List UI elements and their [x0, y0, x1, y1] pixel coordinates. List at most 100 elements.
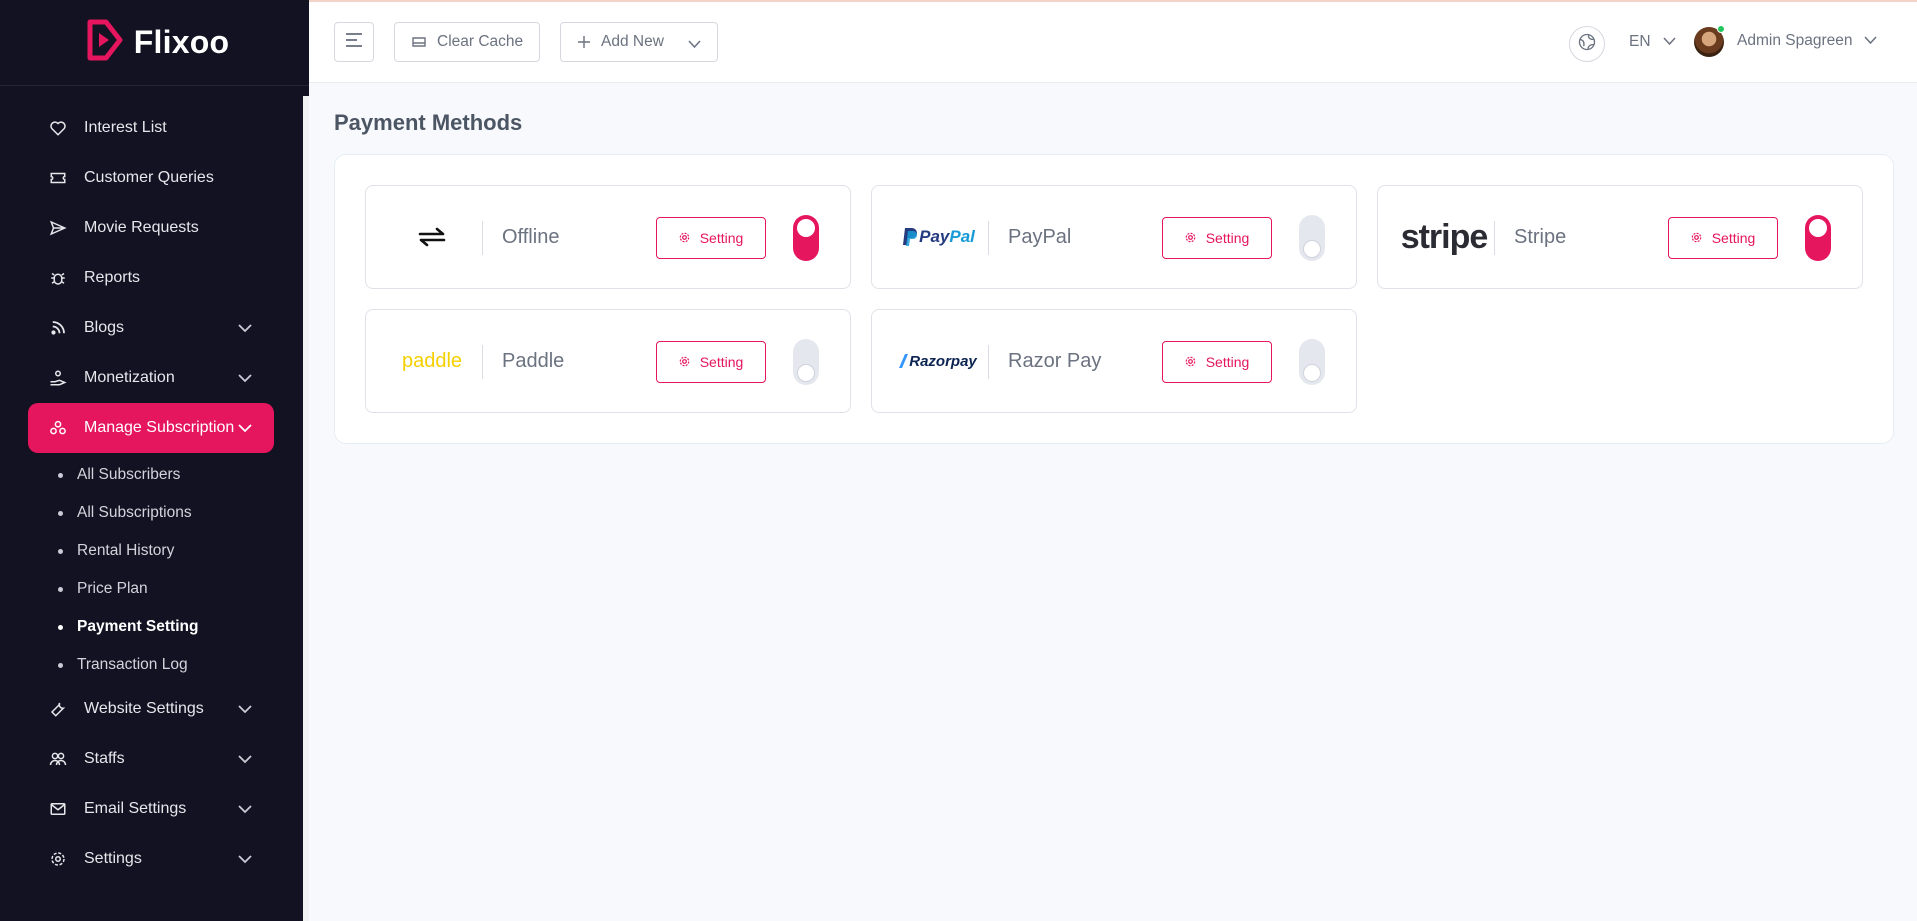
payment-methods-panel: Offline Setting PayPal PayPal Setting st… [334, 154, 1894, 444]
sidebar-item-label: Staffs [84, 750, 125, 767]
rss-icon [48, 318, 68, 338]
setting-label: Setting [1205, 354, 1250, 370]
subitem-rental-history[interactable]: Rental History [28, 532, 274, 570]
gear-icon [1185, 354, 1196, 370]
bug-icon [48, 268, 68, 288]
page-title: Payment Methods [334, 110, 523, 135]
sidebar-item-label: Customer Queries [84, 169, 214, 186]
sidebar-item-email-settings[interactable]: Email Settings [28, 784, 274, 834]
toggle-knob [1303, 240, 1321, 258]
subitem-label: Payment Setting [77, 618, 199, 635]
wrench-icon [48, 699, 68, 719]
razorpay-setting-button[interactable]: Setting [1162, 341, 1272, 383]
menu-toggle-button[interactable] [334, 22, 374, 62]
sidebar: Flixoo Interest List Customer Queries Mo… [0, 0, 309, 921]
chevron-down-icon [1864, 32, 1878, 50]
toggle-knob [1303, 364, 1321, 382]
sidebar-item-label: Settings [84, 850, 142, 867]
ticket-icon [48, 168, 68, 188]
divider [988, 345, 989, 379]
razorpay-toggle[interactable] [1299, 339, 1325, 385]
subitem-label: All Subscriptions [77, 504, 192, 521]
stripe-toggle[interactable] [1805, 215, 1831, 261]
sidebar-item-interest-list[interactable]: Interest List [28, 103, 274, 153]
eraser-icon [411, 35, 427, 49]
paddle-logo: paddle [401, 349, 463, 372]
sidebar-item-label: Blogs [84, 319, 125, 336]
chevron-down-icon [238, 420, 252, 438]
subscription-icon [48, 418, 68, 438]
payment-card-paddle: paddle Paddle Setting [365, 309, 851, 413]
stripe-setting-button[interactable]: Setting [1668, 217, 1778, 259]
subitem-price-plan[interactable]: Price Plan [28, 570, 274, 608]
chevron-down-icon [688, 36, 701, 54]
brand[interactable]: Flixoo [0, 0, 309, 86]
user-name: Admin Spagreen [1737, 32, 1853, 49]
sidebar-item-label: Interest List [84, 119, 167, 136]
bullet [58, 586, 63, 592]
chevron-down-icon [238, 751, 252, 769]
hamburger-icon [345, 32, 363, 52]
divider [482, 345, 483, 379]
send-icon [48, 218, 68, 238]
plus-icon [577, 35, 591, 49]
setting-label: Setting [699, 230, 744, 246]
clear-cache-button[interactable]: Clear Cache [394, 22, 540, 62]
sidebar-item-reports[interactable]: Reports [28, 253, 274, 303]
sidebar-nav: Interest List Customer Queries Movie Req… [28, 103, 274, 884]
paypal-toggle[interactable] [1299, 215, 1325, 261]
chevron-down-icon [238, 701, 252, 719]
setting-label: Setting [699, 354, 744, 370]
brand-name: Flixoo [133, 24, 230, 60]
subitem-payment-setting[interactable]: Payment Setting [28, 608, 274, 646]
subitem-all-subscriptions[interactable]: All Subscriptions [28, 494, 274, 532]
payment-method-name: Paddle [502, 350, 565, 372]
chevron-down-icon [238, 851, 252, 869]
heart-icon [48, 118, 68, 138]
sidebar-item-label: Website Settings [84, 700, 204, 717]
sidebar-item-monetization[interactable]: Monetization [28, 353, 274, 403]
bullet [58, 624, 63, 630]
gear-icon [679, 354, 690, 370]
offline-toggle[interactable] [793, 215, 819, 261]
user-menu[interactable]: Admin Spagreen [1737, 32, 1878, 50]
sidebar-item-manage-subscription[interactable]: Manage Subscription [28, 403, 274, 453]
add-new-button[interactable]: Add New [560, 22, 718, 62]
toggle-knob [797, 364, 815, 382]
chevron-down-icon [238, 801, 252, 819]
sidebar-item-staffs[interactable]: Staffs [28, 734, 274, 784]
divider [1494, 221, 1495, 255]
bullet [58, 662, 63, 668]
payment-method-name: PayPal [1008, 226, 1072, 248]
subitem-label: Rental History [77, 542, 175, 559]
paypal-setting-button[interactable]: Setting [1162, 217, 1272, 259]
users-icon [48, 749, 68, 769]
sidebar-item-website-settings[interactable]: Website Settings [28, 684, 274, 734]
setting-label: Setting [1711, 230, 1756, 246]
sidebar-item-movie-requests[interactable]: Movie Requests [28, 203, 274, 253]
sidebar-item-blogs[interactable]: Blogs [28, 303, 274, 353]
offline-setting-button[interactable]: Setting [656, 217, 766, 259]
subitem-label: Transaction Log [77, 656, 188, 673]
paddle-toggle[interactable] [793, 339, 819, 385]
bullet [58, 548, 63, 554]
sidebar-scrollbar[interactable] [303, 96, 309, 921]
bullet [58, 472, 63, 478]
paddle-setting-button[interactable]: Setting [656, 341, 766, 383]
globe-button[interactable] [1569, 26, 1605, 62]
sidebar-item-customer-queries[interactable]: Customer Queries [28, 153, 274, 203]
subitem-all-subscribers[interactable]: All Subscribers [28, 456, 274, 494]
subitem-transaction-log[interactable]: Transaction Log [28, 646, 274, 684]
sidebar-item-settings[interactable]: Settings [28, 834, 274, 884]
paypal-logo: PayPal [888, 186, 988, 288]
language-selector[interactable]: EN [1629, 33, 1676, 51]
subitem-label: Price Plan [77, 580, 148, 597]
payment-method-name: Razor Pay [1008, 350, 1102, 372]
top-bar: Clear Cache Add New EN Admin Spagreen [309, 2, 1917, 83]
chevron-down-icon [238, 370, 252, 388]
sidebar-item-label: Monetization [84, 369, 175, 386]
payment-card-offline: Offline Setting [365, 185, 851, 289]
divider [988, 221, 989, 255]
sidebar-item-label: Manage Subscription [84, 419, 235, 436]
chevron-down-icon [1662, 33, 1676, 51]
